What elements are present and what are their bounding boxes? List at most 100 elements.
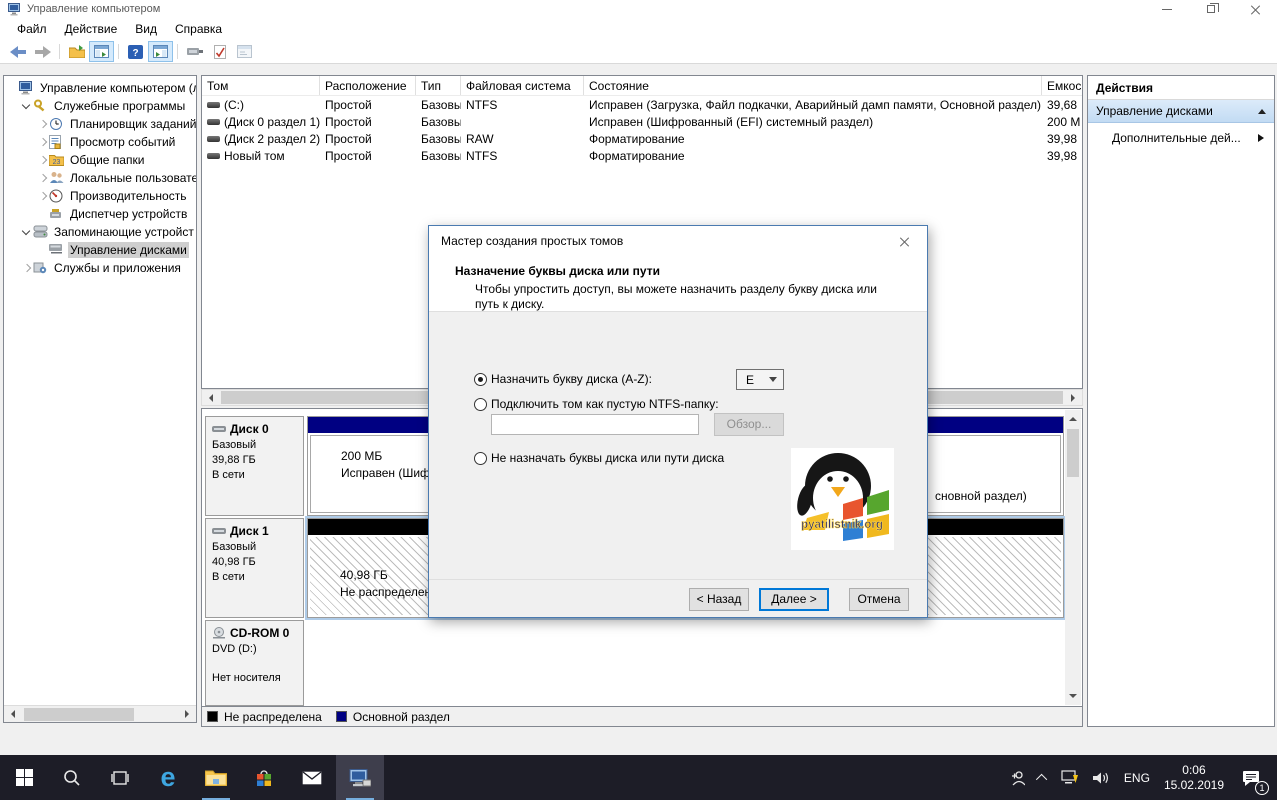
radio-assign-letter[interactable] bbox=[474, 373, 487, 386]
tree-item-performance[interactable]: Производительность bbox=[4, 187, 196, 205]
table-row[interactable]: (Диск 2 раздел 2) Простой Базовый RAW Фо… bbox=[202, 130, 1082, 147]
back-button[interactable]: < Назад bbox=[689, 588, 749, 611]
chevron-right-icon[interactable] bbox=[36, 136, 48, 148]
column-header-filesystem[interactable]: Файловая система bbox=[461, 76, 584, 95]
radio-no-letter-label[interactable]: Не назначать буквы диска или пути диска bbox=[491, 451, 724, 465]
tree-item-shared-folders[interactable]: 23 Общие папки bbox=[4, 151, 196, 169]
tree-item-device-manager[interactable]: Диспетчер устройств bbox=[4, 205, 196, 223]
tree-item-event-viewer[interactable]: Просмотр событий bbox=[4, 133, 196, 151]
console-button[interactable] bbox=[182, 41, 207, 62]
column-header-layout[interactable]: Расположение bbox=[320, 76, 416, 95]
chevron-right-icon[interactable] bbox=[20, 262, 32, 274]
radio-mount-folder[interactable] bbox=[474, 398, 487, 411]
back-button[interactable] bbox=[5, 41, 30, 62]
dialog-close-button[interactable] bbox=[882, 226, 927, 256]
tree-label: Управление дисками bbox=[68, 242, 189, 258]
radio-assign-letter-label[interactable]: Назначить букву диска (A-Z): bbox=[491, 372, 652, 386]
scroll-down-button[interactable] bbox=[1065, 688, 1082, 705]
chevron-right-icon[interactable] bbox=[36, 118, 48, 130]
actions-group-disk-management[interactable]: Управление дисками bbox=[1088, 100, 1274, 123]
disk-icon bbox=[212, 425, 226, 434]
radio-no-letter[interactable] bbox=[474, 452, 487, 465]
tree-horizontal-scrollbar[interactable] bbox=[4, 705, 196, 722]
chevron-down-icon bbox=[769, 377, 777, 386]
window-title: Управление компьютером bbox=[27, 3, 160, 15]
collapse-icon[interactable] bbox=[1258, 105, 1266, 114]
taskbar-explorer-button[interactable] bbox=[192, 755, 240, 800]
table-row[interactable]: Новый том Простой Базовый NTFS Форматиро… bbox=[202, 147, 1082, 164]
tray-clock[interactable]: 0:06 15.02.2019 bbox=[1157, 755, 1231, 800]
tray-volume-button[interactable] bbox=[1086, 755, 1117, 800]
restore-icon bbox=[1207, 5, 1215, 13]
scroll-left-button[interactable] bbox=[202, 389, 219, 406]
folder-path-input[interactable] bbox=[491, 414, 699, 435]
actions-item-more-actions[interactable]: Дополнительные дей... bbox=[1088, 123, 1274, 153]
console-tree-panel: Управление компьютером (л Служебные прог… bbox=[3, 75, 197, 723]
next-button[interactable]: Далее > bbox=[759, 588, 829, 611]
column-header-volume[interactable]: Том bbox=[202, 76, 320, 95]
disk0-label-box[interactable]: Диск 0 Базовый 39,88 ГБ В сети bbox=[205, 416, 304, 516]
tree-item-services-apps[interactable]: Службы и приложения bbox=[4, 259, 196, 277]
minimize-button[interactable] bbox=[1145, 0, 1189, 18]
tree-item-computer-management[interactable]: Управление компьютером (л bbox=[4, 79, 196, 97]
cell-status: Форматирование bbox=[584, 132, 1042, 146]
taskbar-edge-button[interactable]: e bbox=[144, 755, 192, 800]
show-console-tree-button[interactable] bbox=[89, 41, 114, 62]
menu-file[interactable]: Файл bbox=[8, 19, 56, 39]
chevron-right-icon[interactable] bbox=[36, 190, 48, 202]
disk-view-vertical-scrollbar[interactable] bbox=[1065, 410, 1081, 705]
taskbar-store-button[interactable] bbox=[240, 755, 288, 800]
chevron-right-icon[interactable] bbox=[36, 172, 48, 184]
start-button[interactable] bbox=[0, 755, 48, 800]
menu-action[interactable]: Действие bbox=[56, 19, 127, 39]
search-button[interactable] bbox=[48, 755, 96, 800]
cell-volume: (Диск 2 раздел 2) bbox=[224, 132, 320, 146]
drive-letter-dropdown[interactable]: E bbox=[736, 369, 784, 390]
export-list-button[interactable] bbox=[64, 41, 89, 62]
column-header-status[interactable]: Состояние bbox=[584, 76, 1042, 95]
menu-help[interactable]: Справка bbox=[166, 19, 231, 39]
scrollbar-thumb[interactable] bbox=[24, 708, 134, 721]
radio-mount-folder-label[interactable]: Подключить том как пустую NTFS-папку: bbox=[491, 397, 719, 411]
forward-button[interactable] bbox=[30, 41, 55, 62]
scroll-left-button[interactable] bbox=[4, 706, 21, 723]
browse-button[interactable]: Обзор... bbox=[714, 413, 784, 436]
menu-view[interactable]: Вид bbox=[126, 19, 166, 39]
table-row[interactable]: (Диск 0 раздел 1) Простой Базовый Исправ… bbox=[202, 113, 1082, 130]
scrollbar-thumb[interactable] bbox=[1067, 429, 1079, 477]
chevron-right-icon[interactable] bbox=[36, 154, 48, 166]
action-center-button[interactable]: 1 bbox=[1231, 755, 1271, 800]
restore-button[interactable] bbox=[1189, 0, 1233, 18]
tree-item-system-tools[interactable]: Служебные программы bbox=[4, 97, 196, 115]
tray-language-indicator[interactable]: ENG bbox=[1117, 755, 1157, 800]
cdrom-label-box[interactable]: CD-ROM 0 DVD (D:) Нет носителя bbox=[205, 620, 304, 706]
table-row[interactable]: (C:) Простой Базовый NTFS Исправен (Загр… bbox=[202, 96, 1082, 113]
tree-item-disk-management[interactable]: Управление дисками bbox=[4, 241, 196, 259]
tree-item-task-scheduler[interactable]: Планировщик заданий bbox=[4, 115, 196, 133]
cell-volume: (Диск 0 раздел 1) bbox=[224, 115, 320, 129]
tray-network-button[interactable] bbox=[1054, 755, 1086, 800]
show-action-pane-button[interactable] bbox=[148, 41, 173, 62]
cancel-button[interactable]: Отмена bbox=[849, 588, 909, 611]
task-view-button[interactable] bbox=[96, 755, 144, 800]
tray-overflow-button[interactable] bbox=[1032, 755, 1054, 800]
scroll-right-button[interactable] bbox=[1065, 389, 1082, 406]
notification-badge: 1 bbox=[1255, 781, 1269, 795]
scroll-right-button[interactable] bbox=[179, 706, 196, 723]
properties-button[interactable] bbox=[207, 41, 232, 62]
help-button[interactable]: ? bbox=[123, 41, 148, 62]
chevron-down-icon[interactable] bbox=[20, 100, 32, 112]
cdrom-status: Нет носителя bbox=[212, 671, 299, 686]
tray-people-button[interactable] bbox=[1002, 755, 1032, 800]
scroll-up-button[interactable] bbox=[1065, 410, 1082, 427]
taskbar-computer-management-button[interactable] bbox=[336, 755, 384, 800]
tree-item-local-users[interactable]: Локальные пользовате bbox=[4, 169, 196, 187]
taskbar-mail-button[interactable] bbox=[288, 755, 336, 800]
tree-item-storage[interactable]: Запоминающие устройст bbox=[4, 223, 196, 241]
column-header-capacity[interactable]: Емкос bbox=[1042, 76, 1082, 95]
close-button[interactable] bbox=[1233, 0, 1277, 18]
column-header-type[interactable]: Тип bbox=[416, 76, 461, 95]
window-button[interactable] bbox=[232, 41, 257, 62]
disk1-label-box[interactable]: Диск 1 Базовый 40,98 ГБ В сети bbox=[205, 518, 304, 618]
chevron-down-icon[interactable] bbox=[20, 226, 32, 238]
